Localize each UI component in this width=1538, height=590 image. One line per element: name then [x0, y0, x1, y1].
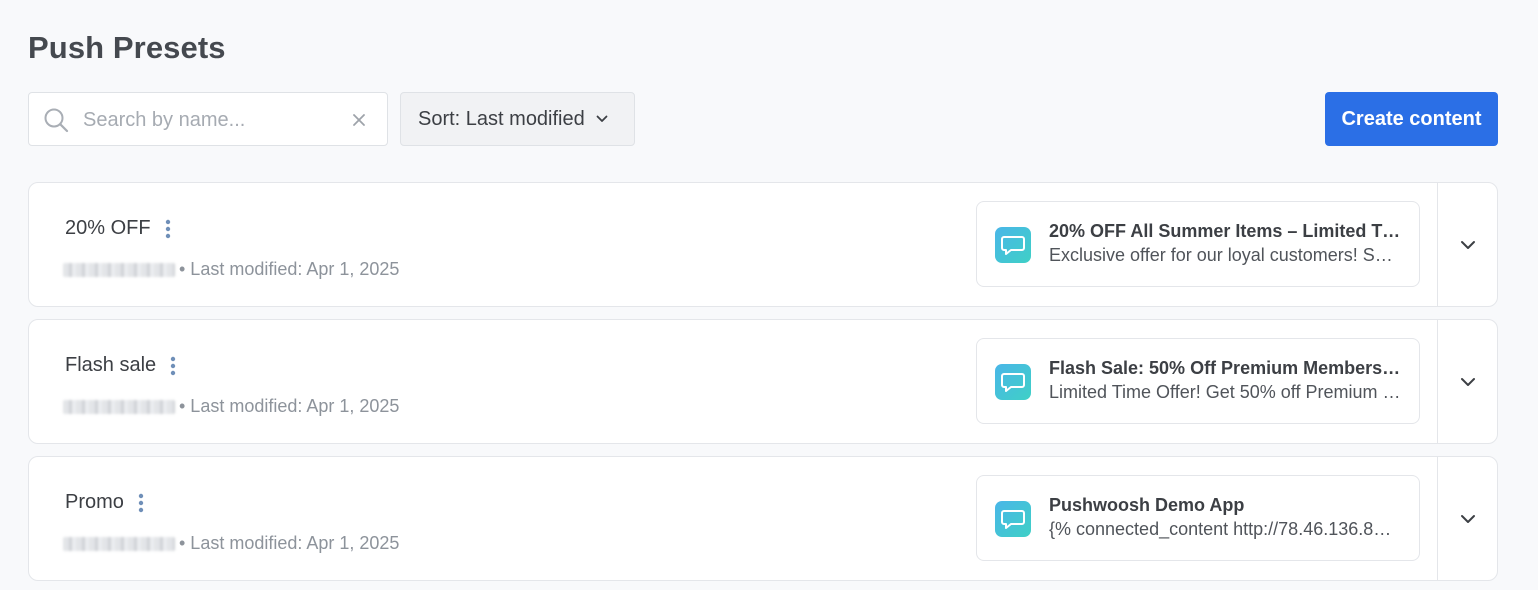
clear-search-icon[interactable] — [351, 112, 367, 128]
preset-name: 20% OFF — [65, 217, 151, 239]
preview-title: 20% OFF All Summer Items – Limited Time … — [1049, 221, 1401, 241]
search-input[interactable] — [83, 105, 343, 135]
preset-name: Promo — [65, 491, 124, 513]
preset-name-row: Flash sale — [65, 354, 176, 377]
more-options-icon[interactable] — [170, 356, 176, 376]
sort-dropdown[interactable]: Sort: Last modified — [400, 92, 635, 146]
preset-name: Flash sale — [65, 354, 157, 376]
preset-card[interactable]: 20% OFF • Last modified: Apr 1, 2025 20%… — [28, 182, 1498, 307]
chevron-down-icon — [596, 115, 608, 122]
push-preview: Pushwoosh Demo App {% connected_content … — [976, 475, 1420, 561]
chevron-down-icon — [1461, 377, 1475, 386]
preview-body: Exclusive offer for our loyal customers!… — [1049, 245, 1401, 265]
preview-title: Pushwoosh Demo App — [1049, 495, 1245, 515]
preset-card[interactable]: Promo • Last modified: Apr 1, 2025 Pushw… — [28, 456, 1498, 581]
push-message-icon — [995, 364, 1031, 400]
search-icon — [44, 108, 69, 133]
sort-label: Sort: Last modified — [418, 107, 585, 130]
chevron-down-icon — [1461, 240, 1475, 249]
preview-title: Flash Sale: 50% Off Premium Membership. — [1049, 358, 1401, 378]
more-options-icon[interactable] — [165, 219, 171, 239]
search-box[interactable] — [28, 92, 388, 146]
preset-meta: • Last modified: Apr 1, 2025 — [63, 396, 399, 417]
last-modified: • Last modified: Apr 1, 2025 — [179, 396, 400, 416]
blurred-id — [63, 399, 175, 414]
preset-name-row: Promo — [65, 491, 144, 514]
push-preview: Flash Sale: 50% Off Premium Membership. … — [976, 338, 1420, 424]
expand-button[interactable] — [1438, 457, 1498, 580]
create-content-button[interactable]: Create content — [1325, 92, 1498, 146]
preview-body: {% connected_content http://78.46.136.80… — [1049, 519, 1401, 539]
preset-name-row: 20% OFF — [65, 217, 171, 240]
preset-meta: • Last modified: Apr 1, 2025 — [63, 259, 399, 280]
push-message-icon — [995, 501, 1031, 537]
chevron-down-icon — [1461, 514, 1475, 523]
more-options-icon[interactable] — [138, 493, 144, 513]
last-modified: • Last modified: Apr 1, 2025 — [179, 533, 400, 553]
push-preview: 20% OFF All Summer Items – Limited Time … — [976, 201, 1420, 287]
blurred-id — [63, 536, 175, 551]
expand-button[interactable] — [1438, 320, 1498, 443]
preview-body: Limited Time Offer! Get 50% off Premium … — [1049, 382, 1401, 402]
expand-button[interactable] — [1438, 183, 1498, 306]
preset-meta: • Last modified: Apr 1, 2025 — [63, 533, 399, 554]
blurred-id — [63, 262, 175, 277]
push-presets-page: Push Presets Sort: Last modified Create … — [0, 0, 1538, 590]
last-modified: • Last modified: Apr 1, 2025 — [179, 259, 400, 279]
page-title: Push Presets — [28, 30, 226, 65]
push-message-icon — [995, 227, 1031, 263]
preset-card[interactable]: Flash sale • Last modified: Apr 1, 2025 … — [28, 319, 1498, 444]
